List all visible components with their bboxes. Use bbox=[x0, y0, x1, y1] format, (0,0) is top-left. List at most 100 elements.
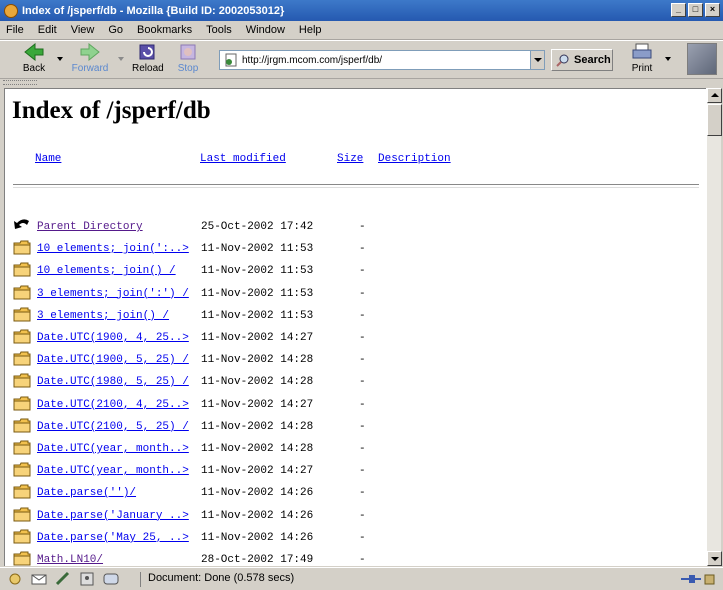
maximize-button[interactable]: □ bbox=[688, 3, 703, 17]
file-link[interactable]: Date.UTC(year, month..> bbox=[37, 465, 189, 477]
back-button[interactable]: Back bbox=[20, 43, 48, 74]
file-size: - bbox=[359, 376, 366, 389]
folder-icon bbox=[13, 307, 31, 322]
file-link[interactable]: Date.parse('January ..> bbox=[37, 510, 189, 522]
stop-label: Stop bbox=[177, 63, 199, 74]
vertical-scrollbar[interactable] bbox=[706, 88, 722, 566]
file-link[interactable]: Date.UTC(1900, 5, 25) / bbox=[37, 354, 189, 366]
url-input[interactable] bbox=[242, 54, 530, 66]
menu-edit[interactable]: Edit bbox=[38, 24, 57, 36]
menu-bookmarks[interactable]: Bookmarks bbox=[137, 24, 192, 36]
page-content: Index of /jsperf/db Name Last modified S… bbox=[4, 88, 706, 566]
file-size: - bbox=[359, 531, 366, 544]
menu-tools[interactable]: Tools bbox=[206, 24, 232, 36]
menu-file[interactable]: File bbox=[6, 24, 24, 36]
menu-go[interactable]: Go bbox=[108, 24, 123, 36]
file-link[interactable]: Math.LN10/ bbox=[37, 554, 103, 566]
scroll-thumb[interactable] bbox=[707, 104, 722, 136]
table-row: Math.LN10/28-Oct-2002 17:49 - bbox=[13, 550, 703, 566]
file-link[interactable]: 10 elements; join() / bbox=[37, 265, 176, 277]
search-button[interactable]: Search bbox=[551, 49, 613, 71]
file-size: - bbox=[359, 221, 366, 233]
folder-icon bbox=[13, 529, 31, 544]
table-row: 3 elements; join() / 11-Nov-2002 11:53 - bbox=[13, 306, 703, 326]
file-link[interactable]: Parent Directory bbox=[37, 221, 143, 233]
url-dropdown-button[interactable] bbox=[530, 51, 544, 69]
stop-button[interactable]: Stop bbox=[176, 43, 200, 74]
forward-label: Forward bbox=[71, 63, 109, 74]
column-header-name[interactable]: Name bbox=[35, 153, 61, 165]
page-icon bbox=[225, 53, 237, 67]
column-header-size[interactable]: Size bbox=[337, 153, 363, 165]
print-button[interactable]: Print bbox=[630, 43, 654, 74]
composer-icon[interactable] bbox=[54, 571, 72, 587]
file-link[interactable]: Date.UTC(2100, 4, 25..> bbox=[37, 399, 189, 411]
status-text: Document: Done (0.578 secs) bbox=[140, 572, 294, 587]
table-row: Date.UTC(year, month..> 11-Nov-2002 14:27… bbox=[13, 461, 703, 481]
file-link[interactable]: 3 elements; join(':') / bbox=[37, 288, 189, 300]
mozilla-icon bbox=[4, 3, 18, 18]
file-link[interactable]: Date.UTC(2100, 5, 25) / bbox=[37, 421, 189, 433]
search-icon bbox=[556, 54, 569, 67]
file-link[interactable]: Date.UTC(year, month..> bbox=[37, 443, 189, 455]
last-modified: 11-Nov-2002 14:26 bbox=[201, 487, 314, 500]
file-link[interactable]: Date.UTC(1900, 4, 25..> bbox=[37, 332, 189, 344]
forward-dropdown[interactable] bbox=[118, 57, 124, 61]
search-label: Search bbox=[574, 54, 611, 66]
forward-button[interactable]: Forward bbox=[70, 43, 110, 74]
file-link[interactable]: Date.parse('')/ bbox=[37, 487, 136, 499]
print-label: Print bbox=[631, 63, 653, 74]
column-header-description[interactable]: Description bbox=[378, 153, 451, 165]
mozilla-throbber-icon[interactable] bbox=[687, 43, 717, 75]
mail-icon[interactable] bbox=[30, 571, 48, 587]
status-bar: Document: Done (0.578 secs) bbox=[0, 567, 723, 590]
toolbar-grippy[interactable] bbox=[0, 78, 723, 86]
table-row: Date.UTC(year, month..> 11-Nov-2002 14:28… bbox=[13, 439, 703, 459]
chatzilla-icon[interactable] bbox=[102, 571, 120, 587]
menu-view[interactable]: View bbox=[71, 24, 95, 36]
file-size: - bbox=[359, 332, 366, 344]
file-link[interactable]: 10 elements; join(':..> bbox=[37, 243, 189, 255]
table-row: Date.UTC(1900, 4, 25..> 11-Nov-2002 14:27… bbox=[13, 328, 703, 348]
file-size: - bbox=[359, 287, 366, 300]
menu-help[interactable]: Help bbox=[299, 24, 322, 36]
last-modified: 11-Nov-2002 14:26 bbox=[201, 531, 314, 544]
address-bar[interactable] bbox=[219, 50, 545, 70]
table-row: Date.UTC(2100, 5, 25) / 11-Nov-2002 14:28… bbox=[13, 417, 703, 437]
menu-window[interactable]: Window bbox=[246, 24, 285, 36]
last-modified: 11-Nov-2002 14:28 bbox=[201, 354, 314, 367]
close-button[interactable]: × bbox=[705, 3, 720, 17]
last-modified: 11-Nov-2002 14:28 bbox=[201, 420, 314, 433]
folder-icon bbox=[13, 507, 31, 522]
scroll-down-button[interactable] bbox=[707, 551, 722, 566]
print-dropdown[interactable] bbox=[665, 57, 671, 61]
table-row: 3 elements; join(':') / 11-Nov-2002 11:53… bbox=[13, 284, 703, 304]
folder-icon bbox=[13, 329, 31, 344]
file-link[interactable]: Date.parse('May 25, ..> bbox=[37, 532, 189, 544]
file-link[interactable]: Date.UTC(1980, 5, 25) / bbox=[37, 376, 189, 388]
back-dropdown[interactable] bbox=[57, 57, 63, 61]
last-modified: 11-Nov-2002 11:53 bbox=[201, 265, 314, 278]
folder-icon bbox=[13, 351, 31, 366]
menu-bar: File Edit View Go Bookmarks Tools Window… bbox=[0, 21, 723, 40]
table-row: 10 elements; join() / 11-Nov-2002 11:53 - bbox=[13, 261, 703, 281]
file-size: - bbox=[359, 420, 366, 433]
last-modified: 11-Nov-2002 14:27 bbox=[201, 332, 314, 344]
table-row: Date.UTC(1900, 5, 25) / 11-Nov-2002 14:28… bbox=[13, 350, 703, 370]
reload-icon bbox=[139, 44, 155, 60]
address-book-icon[interactable] bbox=[78, 571, 96, 587]
file-size: - bbox=[359, 354, 366, 367]
table-row: Date.parse('May 25, ..> 11-Nov-2002 14:26… bbox=[13, 528, 703, 548]
forward-arrow-icon bbox=[80, 43, 100, 61]
file-link[interactable]: 3 elements; join() / bbox=[37, 310, 169, 322]
minimize-button[interactable]: _ bbox=[671, 3, 686, 17]
navigator-icon[interactable] bbox=[6, 571, 24, 587]
file-size: - bbox=[359, 443, 366, 455]
folder-icon bbox=[13, 262, 31, 277]
column-header-last-modified[interactable]: Last modified bbox=[200, 153, 286, 165]
file-size: - bbox=[359, 309, 366, 322]
reload-button[interactable]: Reload bbox=[132, 43, 164, 74]
back-icon bbox=[14, 219, 29, 229]
scroll-up-button[interactable] bbox=[707, 88, 722, 103]
online-status-icon[interactable] bbox=[679, 572, 717, 586]
